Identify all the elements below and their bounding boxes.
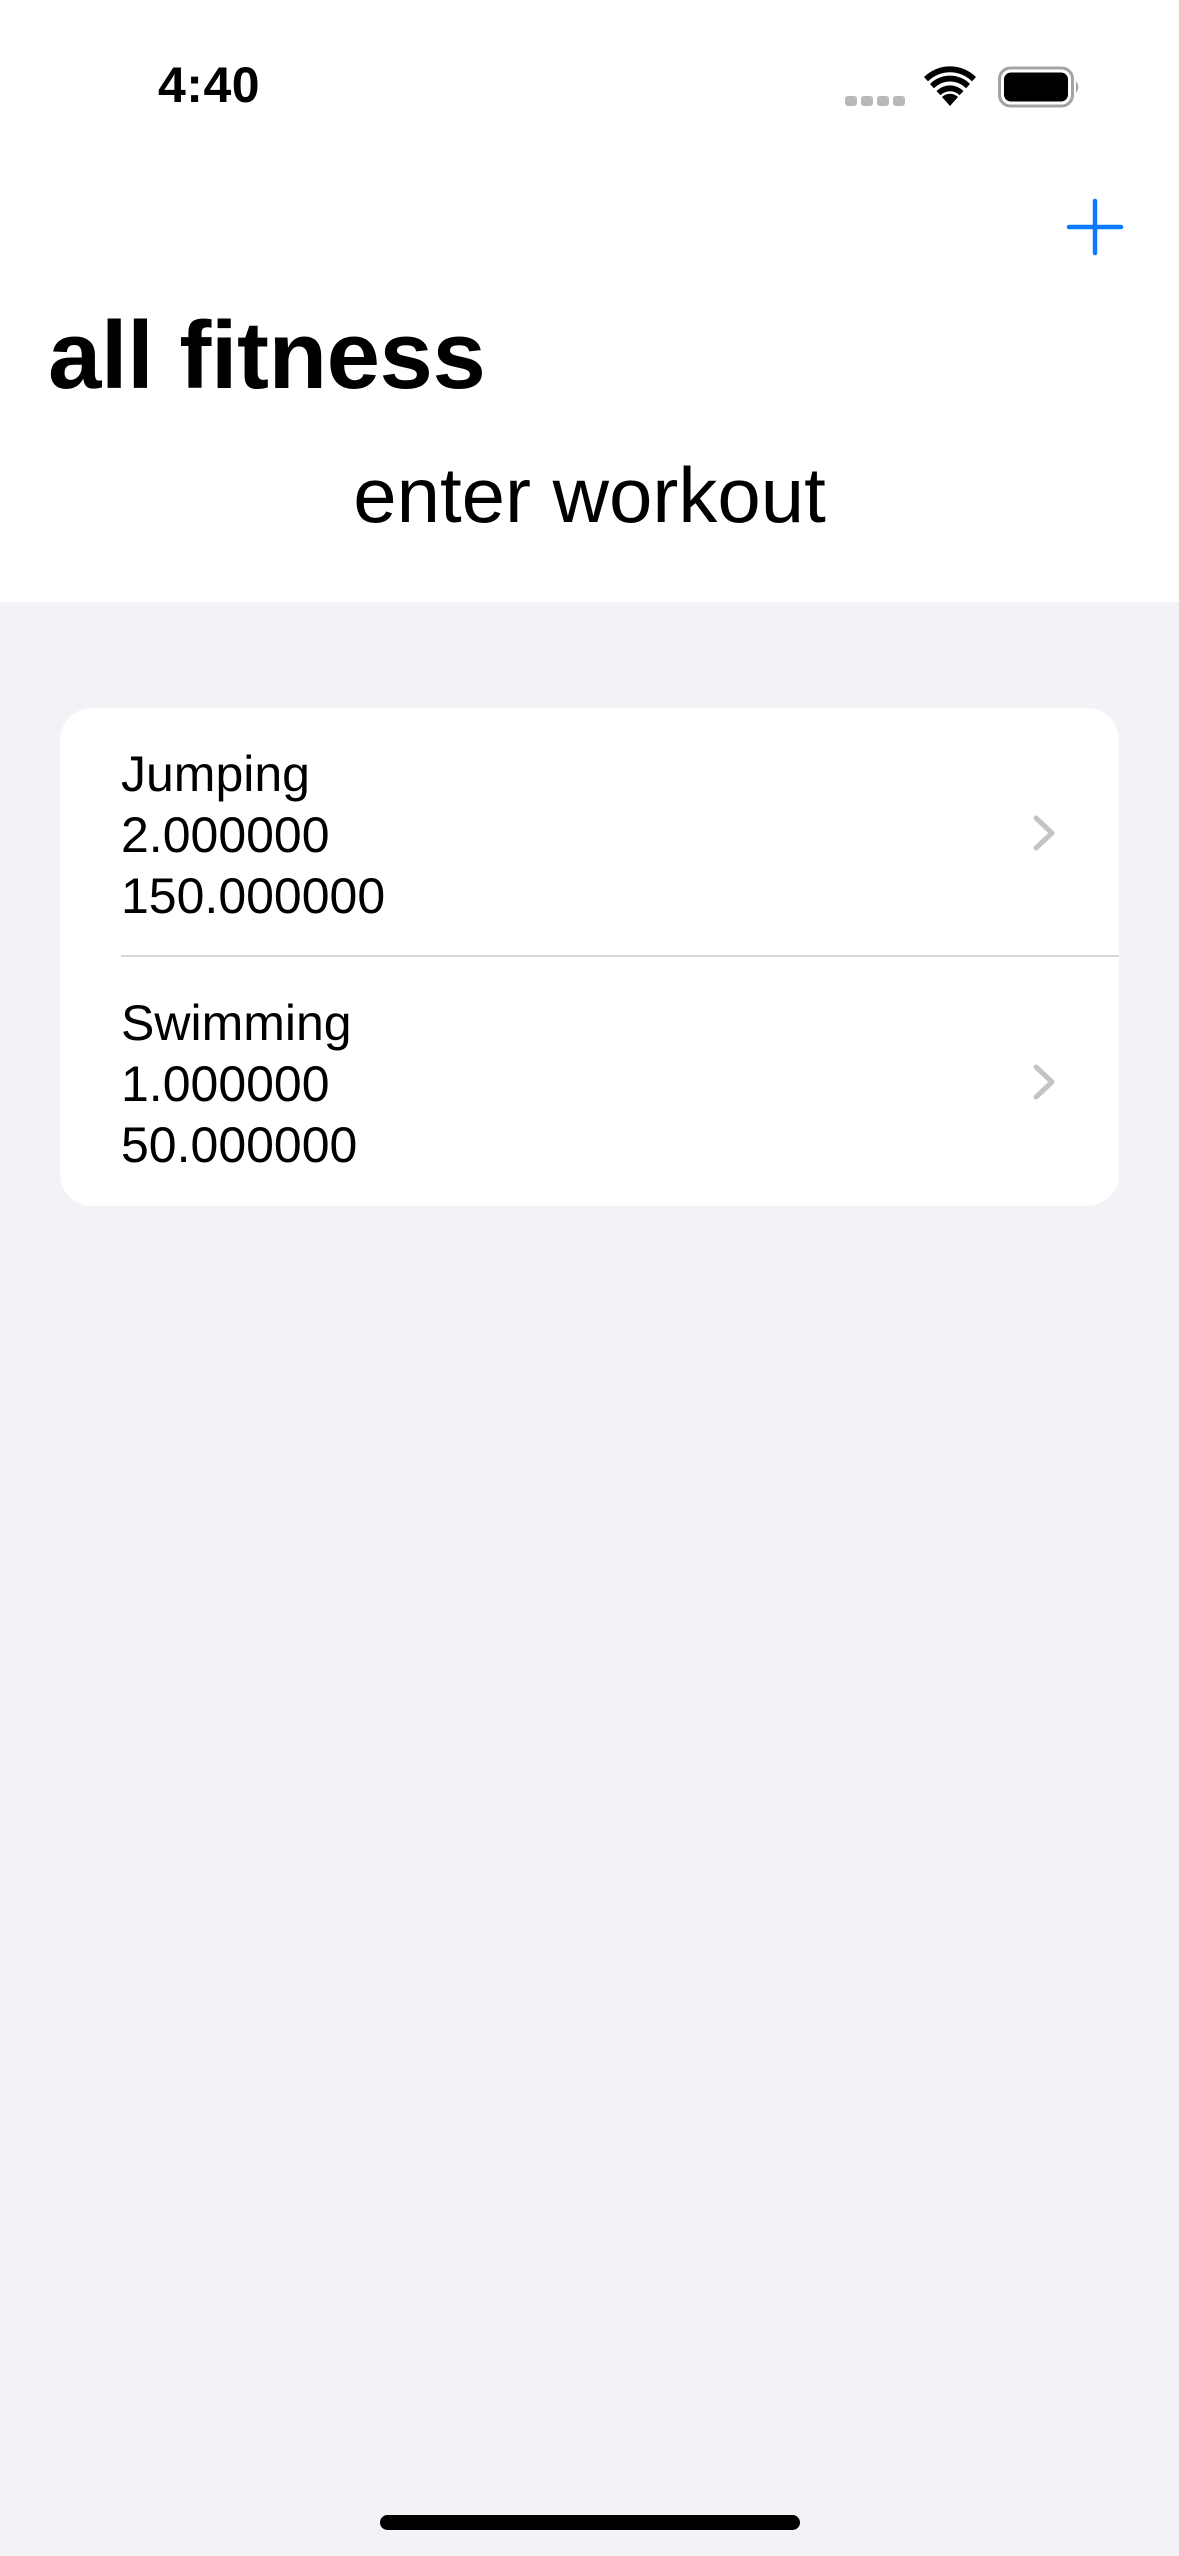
workout-name: Jumping bbox=[121, 746, 310, 802]
workout-value-2: 50.000000 bbox=[121, 1117, 358, 1173]
battery-icon bbox=[998, 66, 1079, 108]
workout-row-text: Jumping 2.000000 150.000000 bbox=[121, 744, 385, 927]
wifi-icon bbox=[924, 66, 976, 106]
page-title: all fitness bbox=[48, 302, 486, 409]
chevron-right-icon bbox=[1033, 815, 1055, 851]
enter-workout-button[interactable]: enter workout bbox=[0, 456, 1179, 534]
cellular-signal-icon bbox=[845, 96, 905, 106]
home-indicator[interactable] bbox=[380, 2515, 800, 2530]
workout-row-text: Swimming 1.000000 50.000000 bbox=[121, 993, 357, 1176]
chevron-right-icon bbox=[1033, 1064, 1055, 1100]
workout-row-jumping[interactable]: Jumping 2.000000 150.000000 bbox=[60, 708, 1119, 957]
navigation-header: 4:40 all fitness enter workout bbox=[0, 0, 1179, 602]
workout-list: Jumping 2.000000 150.000000 Swimming 1.0… bbox=[60, 708, 1119, 1206]
workout-row-swimming[interactable]: Swimming 1.000000 50.000000 bbox=[60, 957, 1119, 1206]
workout-value-1: 2.000000 bbox=[121, 807, 330, 863]
workout-value-1: 1.000000 bbox=[121, 1056, 330, 1112]
status-bar-time: 4:40 bbox=[158, 57, 261, 113]
plus-icon bbox=[1066, 198, 1124, 256]
workout-value-2: 150.000000 bbox=[121, 868, 386, 924]
workout-name: Swimming bbox=[121, 995, 352, 1051]
add-workout-button[interactable] bbox=[1066, 198, 1124, 256]
